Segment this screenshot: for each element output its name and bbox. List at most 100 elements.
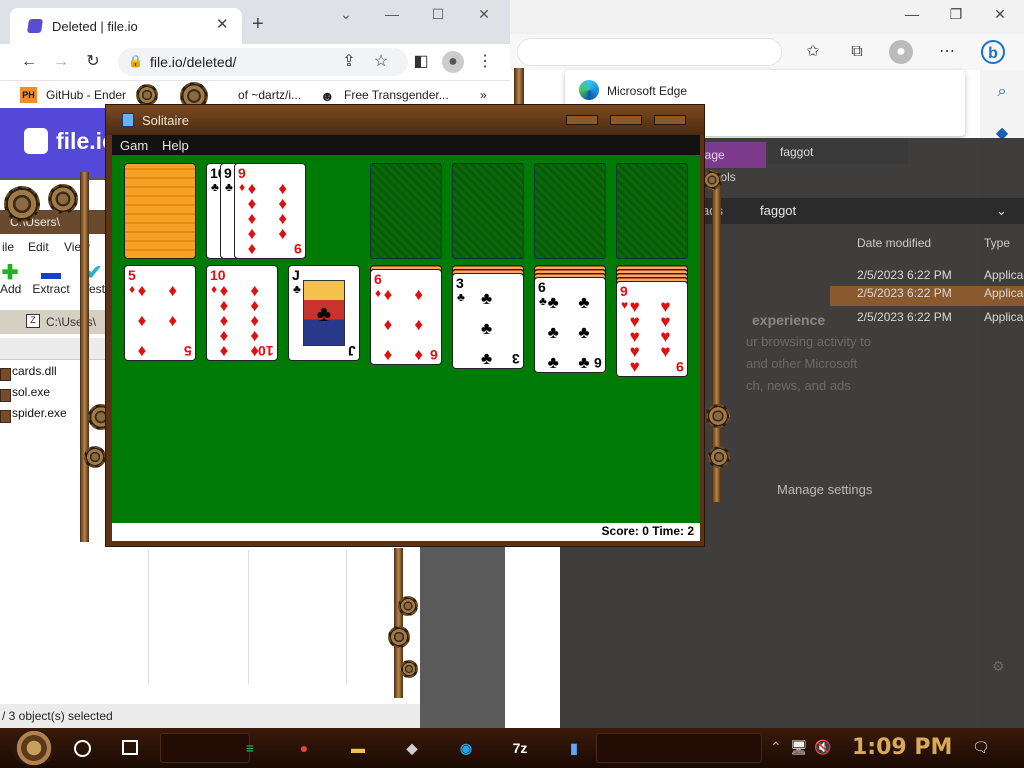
- playing-card[interactable]: 5 ♦ 5 ♦ ♦ ♦ ♦ ♦: [124, 265, 196, 361]
- edge-blur-line: ch, news, and ads: [746, 378, 851, 393]
- taskbar-app-7zip-icon[interactable]: 7z: [508, 736, 532, 760]
- card-rank: 6: [594, 355, 602, 371]
- playing-card[interactable]: 10 ♦ 10 ♦ ♦ ♦ ♦ ♦ ♦ ♦ ♦ ♦ ♦: [206, 265, 278, 361]
- chrome-omnibox[interactable]: 🔒 file.io/deleted/: [118, 48, 408, 76]
- column-date-modified[interactable]: Date modified: [857, 236, 931, 250]
- profile-avatar[interactable]: ●: [889, 40, 913, 64]
- close-tab-icon[interactable]: ✕: [216, 15, 229, 33]
- start-button[interactable]: [12, 730, 56, 766]
- taskbar-app-chat-icon[interactable]: ≡: [238, 736, 262, 760]
- card-suit-icon: ♣: [457, 290, 465, 304]
- card-rank: 9: [224, 165, 232, 181]
- file-row[interactable]: 2/5/2023 6:22 PM Applica: [857, 268, 1024, 288]
- forward-arrow-icon[interactable]: →: [50, 51, 72, 73]
- share-icon[interactable]: ⇪: [338, 51, 360, 73]
- close-button[interactable]: ✕: [985, 6, 1015, 28]
- maximize-button[interactable]: [610, 115, 642, 125]
- column-type[interactable]: Type: [984, 236, 1010, 250]
- bookmark-github[interactable]: GitHub - Ender: [46, 88, 126, 102]
- foundation-slot[interactable]: [452, 163, 524, 259]
- list-item[interactable]: spider.exe: [0, 406, 67, 426]
- close-button[interactable]: [654, 115, 686, 125]
- add-button[interactable]: ✚ Add: [0, 262, 21, 296]
- stock-pile[interactable]: [124, 163, 196, 259]
- search-icon[interactable]: ⌕: [990, 80, 1014, 104]
- playing-card[interactable]: J ♣ J ♣: [288, 265, 360, 361]
- chevron-down-icon[interactable]: ⌄: [996, 203, 1007, 219]
- minimize-button[interactable]: [566, 115, 598, 125]
- tab-folder[interactable]: faggot: [768, 140, 908, 164]
- foundation-slot[interactable]: [534, 163, 606, 259]
- taskbar-app-solitaire-icon[interactable]: ▮: [562, 736, 586, 760]
- taskbar-app-chrome-icon[interactable]: ●: [292, 736, 316, 760]
- menu-edit[interactable]: Edit: [28, 240, 49, 254]
- manage-settings-link[interactable]: Manage settings: [777, 482, 872, 497]
- profile-avatar[interactable]: ●: [442, 51, 464, 73]
- bing-icon[interactable]: b: [981, 40, 1005, 64]
- playing-card[interactable]: 6 ♣ 6 ♣ ♣ ♣ ♣ ♣ ♣: [534, 277, 606, 373]
- chevron-down-icon[interactable]: ⌄: [334, 6, 358, 23]
- card-rank: 3: [512, 351, 520, 367]
- gear-icon[interactable]: ⚙: [992, 658, 1005, 675]
- more-menu-icon[interactable]: ⋯: [935, 40, 959, 64]
- minimize-button[interactable]: —: [380, 6, 404, 22]
- edge-toolbar: ✩ ⧉ ● ⋯ b: [505, 34, 1024, 70]
- favorites-star-icon[interactable]: ✩: [801, 40, 825, 64]
- notifications-icon[interactable]: 🗨: [972, 739, 990, 756]
- taskbar-app-paint-icon[interactable]: ◆: [400, 736, 424, 760]
- playing-card[interactable]: 6 ♦ 6 ♦ ♦ ♦ ♦ ♦ ♦: [370, 269, 442, 365]
- file-row[interactable]: 2/5/2023 6:22 PM Applica: [857, 310, 1024, 330]
- foundation-slot[interactable]: [616, 163, 688, 259]
- collections-icon[interactable]: ⧉: [845, 40, 869, 64]
- card-pip-icon: ♦: [137, 341, 147, 360]
- chrome-window: Deleted | file.io ✕ + ⌄ — ☐ ✕ ← → ↻ 🔒 fi…: [0, 0, 510, 178]
- bookmark-free[interactable]: Free Transgender...: [344, 88, 449, 102]
- task-view-icon[interactable]: [122, 740, 138, 755]
- card-suit-icon: ♣: [539, 294, 547, 308]
- more-menu-icon[interactable]: ⋮: [474, 51, 496, 73]
- menu-help[interactable]: Help: [162, 138, 189, 153]
- taskbar-clock[interactable]: 1:09 PM: [852, 735, 952, 760]
- list-item[interactable]: cards.dll: [0, 364, 57, 384]
- restore-button[interactable]: ❐: [941, 6, 971, 28]
- tab-file-io[interactable]: Deleted | file.io ✕: [10, 8, 242, 44]
- foundation-slot[interactable]: [370, 163, 442, 259]
- playing-card[interactable]: 9 ♥ 9 ♥ ♥ ♥ ♥ ♥ ♥ ♥ ♥ ♥: [616, 281, 688, 377]
- menu-game[interactable]: Gam: [120, 138, 148, 153]
- card-pip-icon: ♦: [219, 341, 229, 360]
- volume-muted-icon[interactable]: 🔇: [814, 739, 831, 756]
- more-bookmarks-icon[interactable]: »: [480, 88, 487, 102]
- card-pip-icon: ♣: [578, 353, 590, 372]
- card-rank: 5: [128, 267, 136, 283]
- gear-decor-icon: [706, 404, 730, 428]
- playing-card[interactable]: 3 ♣ 3 ♣ ♣ ♣: [452, 273, 524, 369]
- minimize-button[interactable]: —: [897, 6, 927, 28]
- tray-expand-icon[interactable]: ⌃: [770, 739, 782, 756]
- new-tab-button[interactable]: +: [252, 13, 264, 36]
- taskbar-app-explorer-icon[interactable]: ▬: [346, 736, 370, 760]
- bookmark-star-icon[interactable]: ☆: [370, 51, 392, 73]
- search-circle-icon[interactable]: [74, 740, 91, 757]
- file-row-selected[interactable]: 2/5/2023 6:22 PM Applica: [830, 286, 1024, 306]
- card-suit-icon: ♣: [211, 180, 219, 194]
- extract-button[interactable]: ▬ Extract: [30, 263, 72, 296]
- edge-address-bar[interactable]: [517, 38, 782, 66]
- card-pip-icon: ♦: [168, 311, 178, 330]
- network-icon[interactable]: 🖥: [790, 739, 808, 756]
- maximize-button[interactable]: ☐: [426, 6, 450, 23]
- bookmark-dartz[interactable]: of ~dartz/i...: [238, 88, 301, 102]
- back-arrow-icon[interactable]: ←: [18, 51, 40, 73]
- card-pip-icon: ♦: [383, 315, 393, 334]
- taskbar-app-edge-icon[interactable]: ◉: [454, 736, 478, 760]
- menu-file[interactable]: ile: [2, 240, 14, 254]
- edge-experience-heading: experience: [752, 312, 826, 328]
- list-item[interactable]: sol.exe: [0, 385, 50, 405]
- reload-icon[interactable]: ↻: [82, 51, 104, 73]
- file-io-favicon-icon: [27, 19, 43, 33]
- plus-icon: ✚: [1, 262, 19, 284]
- card-suit-icon: ♦: [375, 286, 382, 300]
- close-button[interactable]: ✕: [472, 6, 496, 23]
- column-divider: [248, 550, 249, 684]
- playing-card[interactable]: 9 ♦ 9 ♦ ♦ ♦ ♦ ♦ ♦ ♦ ♦ ♦: [234, 163, 306, 259]
- side-panel-icon[interactable]: ◧: [410, 51, 432, 73]
